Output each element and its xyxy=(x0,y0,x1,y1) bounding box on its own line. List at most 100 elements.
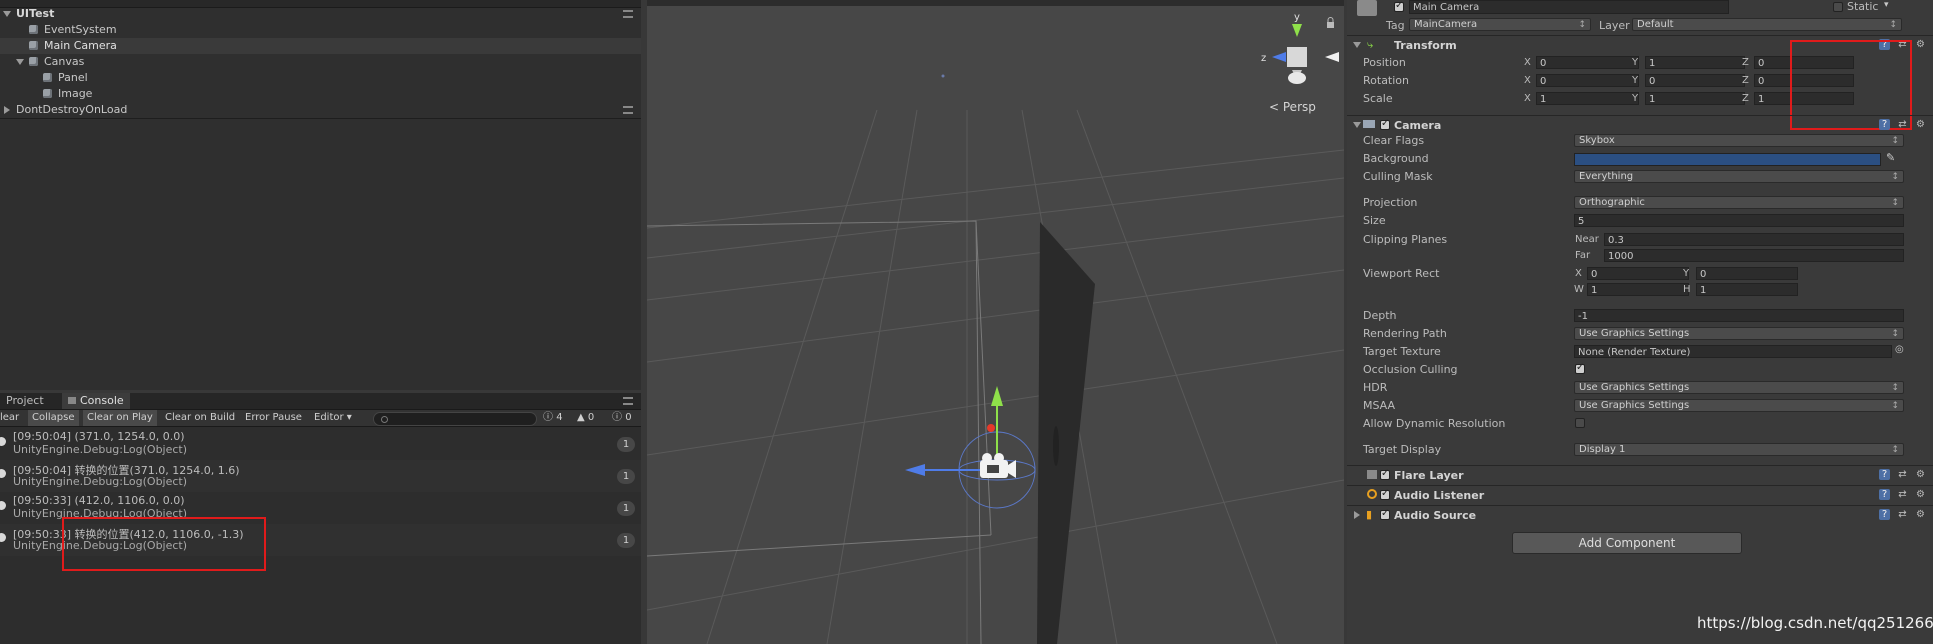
error-count[interactable]: ⓘ 0 xyxy=(612,410,632,426)
expand-arrow-icon[interactable] xyxy=(1353,122,1361,128)
static-checkbox[interactable] xyxy=(1833,2,1843,12)
viewport-h-field[interactable]: 1 xyxy=(1696,283,1798,296)
tab-console[interactable]: Console xyxy=(62,393,130,409)
occlusion-culling-checkbox[interactable] xyxy=(1575,362,1585,374)
clear-button[interactable]: lear xyxy=(0,410,23,426)
preset-icon[interactable]: ⇄ xyxy=(1897,119,1908,130)
size-field[interactable]: 5 xyxy=(1574,214,1904,227)
hierarchy-dontdestroy-row[interactable]: DontDestroyOnLoad xyxy=(0,102,641,118)
eyedropper-icon[interactable]: ✎ xyxy=(1886,151,1895,164)
clear-on-play-button[interactable]: Clear on Play xyxy=(83,410,157,426)
collapse-button[interactable]: Collapse xyxy=(28,410,79,426)
gear-icon[interactable]: ⚙ xyxy=(1915,509,1926,520)
audio-listener-header[interactable]: Audio Listener ? ⇄ ⚙ xyxy=(1347,485,1933,504)
background-color-swatch[interactable] xyxy=(1574,153,1881,166)
camera-enabled-checkbox[interactable] xyxy=(1380,118,1390,130)
audio-source-header[interactable]: ▮ Audio Source ? ⇄ ⚙ xyxy=(1347,505,1933,524)
viewport-x-field[interactable]: 0 xyxy=(1587,267,1689,280)
scene-toolbar xyxy=(647,0,1344,6)
expand-arrow-icon[interactable] xyxy=(1354,511,1360,519)
persp-toggle[interactable]: < Persp xyxy=(1269,100,1316,114)
gear-icon[interactable]: ⚙ xyxy=(1915,469,1926,480)
hierarchy-item-label: Main Camera xyxy=(44,39,117,52)
object-picker-icon[interactable]: ◎ xyxy=(1895,344,1904,355)
clear-flags-dropdown[interactable]: Skybox xyxy=(1574,134,1904,147)
help-icon[interactable]: ? xyxy=(1879,489,1890,500)
move-gizmo[interactable] xyxy=(905,386,1036,509)
flare-layer-header[interactable]: Flare Layer ? ⇄ ⚙ xyxy=(1347,465,1933,484)
audio-listener-checkbox[interactable] xyxy=(1380,488,1390,500)
expand-arrow-icon[interactable] xyxy=(1353,42,1361,48)
preset-icon[interactable]: ⇄ xyxy=(1897,489,1908,500)
gear-icon[interactable]: ⚙ xyxy=(1915,489,1926,500)
projection-dropdown[interactable]: Orthographic xyxy=(1574,196,1904,209)
camera-header[interactable]: Camera ? ⇄ ⚙ xyxy=(1347,115,1933,134)
help-icon[interactable]: ? xyxy=(1879,469,1890,480)
scene-view[interactable]: y z < Persp xyxy=(647,0,1344,644)
scene-canvas[interactable]: y z xyxy=(647,0,1344,644)
help-icon[interactable]: ? xyxy=(1879,509,1890,520)
hierarchy-item-panel[interactable]: Panel xyxy=(0,70,641,86)
near-field[interactable]: 0.3 xyxy=(1604,233,1904,246)
log-entry[interactable]: [09:50:04] 转换的位置(371.0, 1254.0, 1.6) Uni… xyxy=(0,460,641,492)
near-label: Near xyxy=(1575,234,1599,245)
scale-y-field[interactable]: 1 xyxy=(1645,92,1745,105)
clear-on-build-button[interactable]: Clear on Build xyxy=(161,410,239,426)
expand-arrow-icon[interactable] xyxy=(16,59,24,65)
menu-icon[interactable] xyxy=(623,10,633,18)
log-count-badge: 1 xyxy=(617,533,635,548)
position-x-field[interactable]: 0 xyxy=(1536,56,1639,69)
tag-dropdown[interactable]: MainCamera xyxy=(1409,18,1591,31)
warning-count[interactable]: ▲ 0 xyxy=(577,410,594,426)
help-icon[interactable]: ? xyxy=(1879,119,1890,130)
hierarchy-item-main-camera[interactable]: Main Camera xyxy=(0,38,641,54)
gear-icon[interactable]: ⚙ xyxy=(1915,119,1926,130)
target-display-dropdown[interactable]: Display 1 xyxy=(1574,443,1904,456)
console-search-input[interactable] xyxy=(373,412,537,426)
scale-x-field[interactable]: 1 xyxy=(1536,92,1639,105)
menu-icon[interactable] xyxy=(623,397,633,405)
flare-layer-title: Flare Layer xyxy=(1394,469,1464,482)
viewport-w-field[interactable]: 1 xyxy=(1587,283,1689,296)
position-y-field[interactable]: 1 xyxy=(1645,56,1745,69)
menu-icon[interactable] xyxy=(623,106,633,114)
lock-icon[interactable] xyxy=(1327,17,1334,29)
culling-mask-dropdown[interactable]: Everything xyxy=(1574,170,1904,183)
viewport-y-field[interactable]: 0 xyxy=(1696,267,1798,280)
rotation-x-field[interactable]: 0 xyxy=(1536,74,1639,87)
editor-dropdown[interactable]: Editor ▾ xyxy=(310,410,356,426)
hierarchy-item-canvas[interactable]: Canvas xyxy=(0,54,641,70)
expand-arrow-icon[interactable] xyxy=(4,106,10,114)
active-checkbox[interactable] xyxy=(1394,0,1404,12)
object-name-input[interactable]: Main Camera xyxy=(1409,0,1729,14)
preset-icon[interactable]: ⇄ xyxy=(1897,469,1908,480)
hdr-dropdown[interactable]: Use Graphics Settings xyxy=(1574,381,1904,394)
chevron-down-icon[interactable]: ▾ xyxy=(1884,0,1889,10)
gizmo-y-label: y xyxy=(1294,12,1300,23)
audio-source-checkbox[interactable] xyxy=(1380,508,1390,520)
flare-layer-checkbox[interactable] xyxy=(1380,468,1390,480)
info-count[interactable]: ⓘ 4 xyxy=(543,410,563,426)
add-component-button[interactable]: Add Component xyxy=(1512,532,1742,554)
error-pause-button[interactable]: Error Pause xyxy=(241,410,306,426)
x-axis-label: X xyxy=(1524,93,1531,104)
layer-dropdown[interactable]: Default xyxy=(1632,18,1902,31)
expand-arrow-icon[interactable] xyxy=(3,11,11,17)
camera-icon[interactable] xyxy=(980,453,1016,478)
hierarchy-scene-row[interactable]: UITest xyxy=(0,6,641,22)
depth-field[interactable]: -1 xyxy=(1574,309,1904,322)
orientation-gizmo[interactable] xyxy=(1272,24,1339,84)
dynamic-resolution-checkbox[interactable] xyxy=(1575,418,1585,428)
hierarchy-item-image[interactable]: Image xyxy=(0,86,641,102)
rotation-y-field[interactable]: 0 xyxy=(1645,74,1745,87)
tab-project[interactable]: Project xyxy=(0,393,50,409)
far-field[interactable]: 1000 xyxy=(1604,249,1904,262)
preset-icon[interactable]: ⇄ xyxy=(1897,509,1908,520)
rendering-path-dropdown[interactable]: Use Graphics Settings xyxy=(1574,327,1904,340)
y-axis-label: Y xyxy=(1632,93,1639,104)
gear-icon[interactable]: ⚙ xyxy=(1915,39,1926,50)
log-entry[interactable]: [09:50:04] (371.0, 1254.0, 0.0) UnityEng… xyxy=(0,428,641,460)
msaa-dropdown[interactable]: Use Graphics Settings xyxy=(1574,399,1904,412)
hierarchy-item-eventsystem[interactable]: EventSystem xyxy=(0,22,641,38)
target-texture-field[interactable]: None (Render Texture) xyxy=(1574,345,1892,358)
